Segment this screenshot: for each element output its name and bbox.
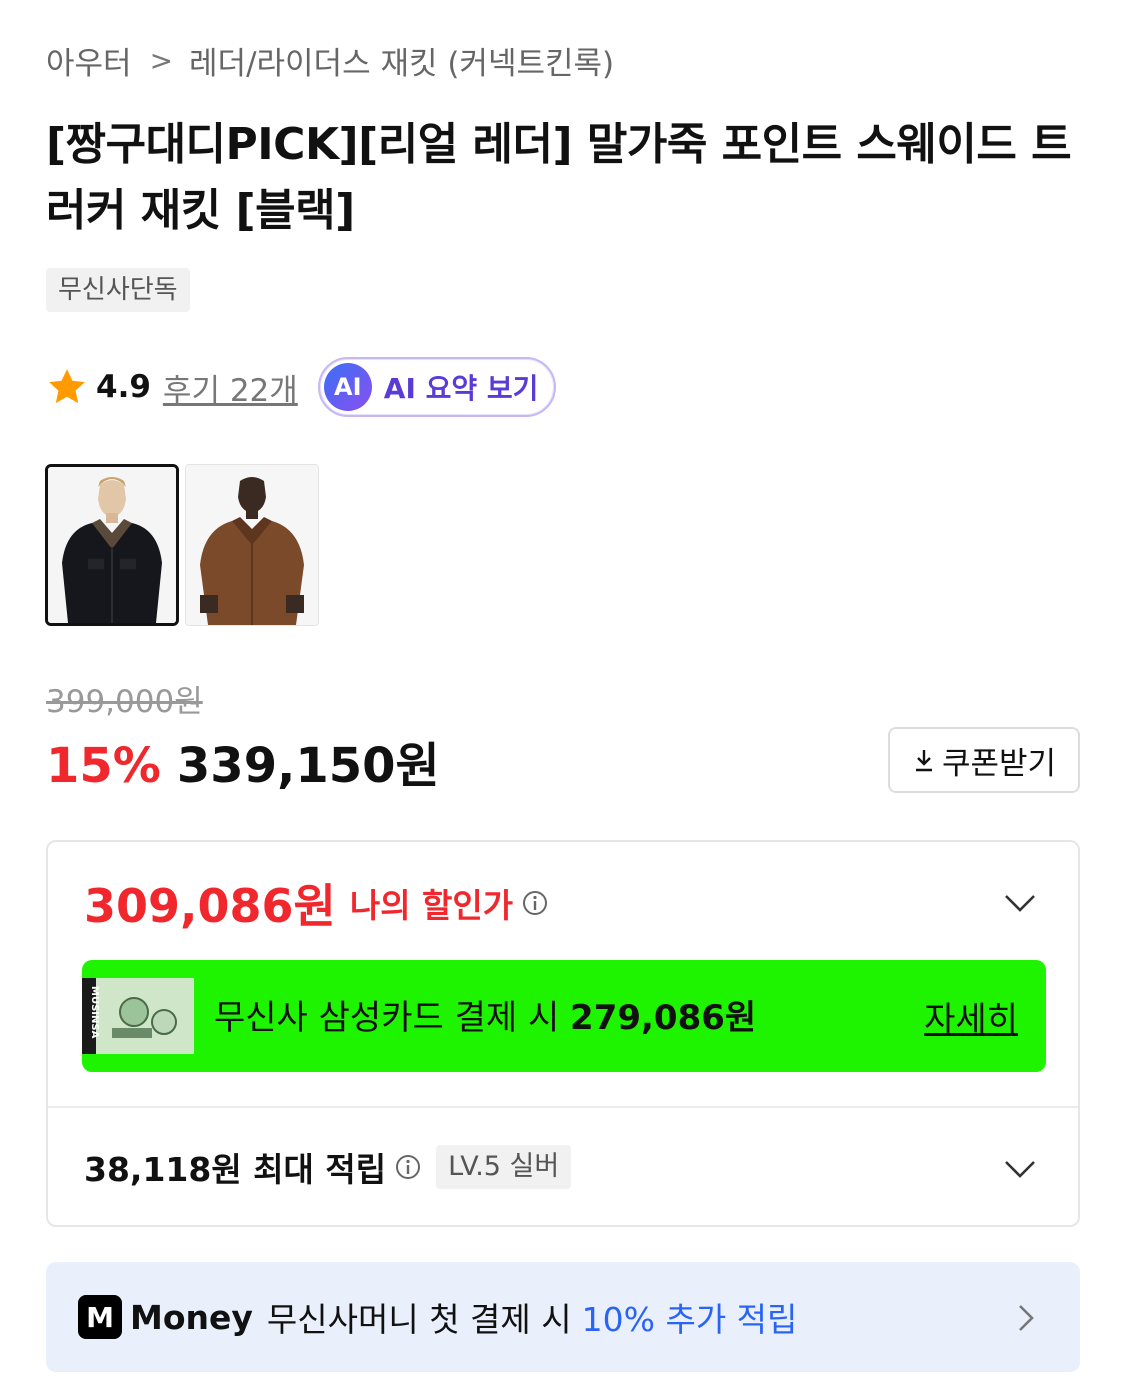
card-promo-amount: 279,086원 <box>570 998 757 1038</box>
my-discount-label: 나의 할인가 <box>349 886 514 925</box>
sale-price: 339,150원 <box>176 738 440 794</box>
info-icon[interactable] <box>521 889 549 917</box>
thumbnail-black-jacket[interactable] <box>45 464 179 626</box>
max-points-text: 38,118원 최대 적립 <box>84 1150 387 1189</box>
discount-panel: 309,086원 나의 할인가 MUSINSA 무신사 삼성카드 결제 시 27… <box>46 840 1080 1227</box>
chevron-down-icon[interactable] <box>1002 892 1038 914</box>
member-level-badge: LV.5 실버 <box>436 1145 572 1189</box>
sale-price-row: 15% 339,150원 <box>46 726 440 796</box>
card-detail-link[interactable]: 자세히 <box>924 992 1018 1041</box>
breadcrumb-category[interactable]: 아우터 <box>46 38 132 83</box>
breadcrumb-separator: > <box>149 44 174 77</box>
chevron-down-icon[interactable] <box>1002 1158 1038 1180</box>
money-promo-text: 무신사머니 첫 결제 시 <box>266 1300 572 1339</box>
my-discount-price: 309,086원 <box>84 879 336 933</box>
brown-jacket-image <box>186 465 318 625</box>
points-row: 38,118원 최대 적립 LV.5 실버 <box>84 1142 572 1192</box>
ai-icon: AI <box>323 363 372 411</box>
money-logo-icon: M <box>78 1295 122 1339</box>
card-image: MUSINSA <box>82 978 194 1054</box>
thumbnail-brown-jacket[interactable] <box>185 464 319 626</box>
divider <box>48 1106 1078 1108</box>
star-icon <box>49 369 85 404</box>
breadcrumb: 아우터 > 레더/라이더스 재킷 (커넥트킨록) <box>46 38 614 83</box>
original-price: 399,000원 <box>46 684 203 720</box>
money-brand: Money <box>130 1297 253 1337</box>
breadcrumb-subcategory[interactable]: 레더/라이더스 재킷 (커넥트킨록) <box>189 38 614 83</box>
ai-summary-label: AI 요약 보기 <box>383 372 539 405</box>
download-icon <box>915 750 932 772</box>
product-title: [짱구대디PICK][리얼 레더] 말가죽 포인트 스웨이드 트러커 재킷 [블… <box>46 119 1072 236</box>
my-price-row: 309,086원 나의 할인가 <box>84 870 549 936</box>
card-promo-prefix: 무신사 삼성카드 결제 시 <box>214 998 560 1038</box>
ai-summary-button[interactable]: AI AI 요약 보기 <box>317 357 557 417</box>
coupon-label: 쿠폰받기 <box>941 745 1057 782</box>
samsung-card-banner[interactable]: MUSINSA 무신사 삼성카드 결제 시 279,086원 자세히 <box>82 960 1046 1072</box>
info-icon[interactable] <box>394 1153 422 1181</box>
reviews-link[interactable]: 후기 22개 <box>163 365 298 410</box>
chevron-right-icon <box>1019 1305 1034 1331</box>
rating-value: 4.9 <box>96 369 151 405</box>
exclusive-badge: 무신사단독 <box>46 268 190 312</box>
black-jacket-image <box>48 467 176 623</box>
card-promo-text: 무신사 삼성카드 결제 시 279,086원 <box>214 990 756 1039</box>
rating-row: 4.9 후기 22개 AI AI 요약 보기 <box>46 356 557 418</box>
card-brand-text: MUSINSA <box>89 986 100 1039</box>
money-promo-highlight: 10% 추가 적립 <box>581 1300 798 1339</box>
discount-rate: 15% <box>46 738 161 794</box>
musinsa-money-banner[interactable]: M Money 무신사머니 첫 결제 시 10% 추가 적립 <box>46 1262 1080 1372</box>
coupon-button[interactable]: 쿠폰받기 <box>888 727 1080 793</box>
